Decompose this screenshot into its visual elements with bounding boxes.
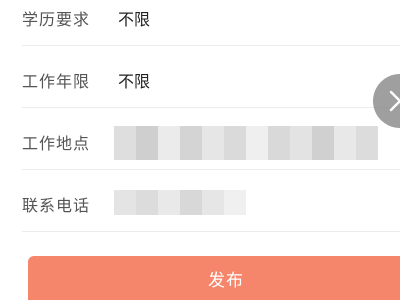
job-post-form: 学历要求 不限 工作年限 不限 工作地点 联系电话 发布 (0, 0, 400, 300)
mosaic-cell (180, 126, 202, 160)
mosaic-cell (202, 190, 224, 215)
work-location-label: 工作地点 (22, 134, 91, 153)
mosaic-cell (158, 126, 180, 160)
mosaic-cell (114, 126, 136, 160)
phone-row[interactable]: 联系电话 (0, 170, 400, 232)
phone-label: 联系电话 (22, 196, 91, 215)
mosaic-cell (136, 126, 158, 160)
mosaic-cell (224, 190, 246, 215)
mosaic-cell (114, 190, 136, 215)
work-years-value[interactable]: 不限 (118, 68, 150, 92)
mosaic-cell (224, 126, 246, 160)
phone-value-redacted[interactable] (114, 190, 246, 215)
work-years-label: 工作年限 (22, 72, 91, 91)
education-value[interactable]: 不限 (118, 6, 150, 30)
mosaic-cell (202, 126, 224, 160)
work-location-row[interactable]: 工作地点 (0, 108, 400, 170)
education-row[interactable]: 学历要求 不限 (0, 0, 400, 46)
publish-button[interactable]: 发布 (28, 256, 400, 300)
mosaic-cell (180, 190, 202, 215)
mosaic-cell (334, 126, 356, 160)
mosaic-cell (158, 190, 180, 215)
education-label: 学历要求 (22, 10, 91, 29)
work-location-value-redacted[interactable] (114, 126, 378, 160)
work-years-row[interactable]: 工作年限 不限 (0, 46, 400, 108)
mosaic-cell (290, 126, 312, 160)
mosaic-cell (312, 126, 334, 160)
mosaic-cell (246, 126, 268, 160)
mosaic-cell (356, 126, 378, 160)
mosaic-cell (268, 126, 290, 160)
mosaic-cell (136, 190, 158, 215)
close-icon (389, 90, 400, 112)
